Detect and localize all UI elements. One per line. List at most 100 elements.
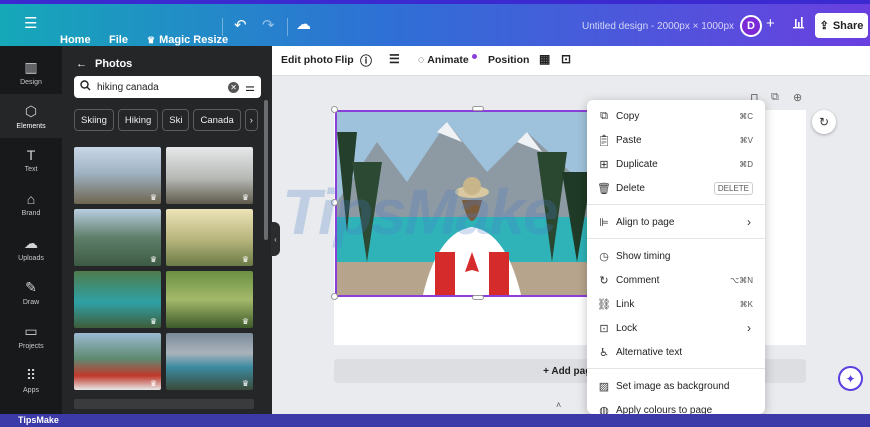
cloud-upload-icon: ☁ [24,234,38,251]
transparency-icon[interactable]: ▦ [539,52,550,66]
rail-item-apps[interactable]: ⠿ Apps [0,358,62,402]
crown-icon: ♛ [149,193,157,202]
context-menu: ⧉ Copy ⌘C 📋︎ Paste ⌘V ⊞ Duplicate ⌘D 🗑︎ … [587,100,765,414]
link-icon: ⛓ [597,298,611,311]
menu-item-align-to-page[interactable]: ⊫ Align to page › [587,210,765,234]
comment-icon: ↻ [599,274,609,287]
filter-icon[interactable]: ⚌ [245,81,255,94]
accessibility-icon: ♿︎ [599,346,609,359]
menu-item-apply-colours[interactable]: ◍ Apply colours to page [587,398,765,415]
rail-item-uploads[interactable]: ☁ Uploads [0,226,62,270]
photo-thumb[interactable]: ♛ [166,271,253,328]
menu-item-duplicate[interactable]: ⊞ Duplicate ⌘D [587,152,765,176]
panel-title: Photos [95,58,133,70]
chip-hiking[interactable]: Hiking [117,109,159,131]
duplicate-page-icon[interactable]: ⧉ [771,91,779,104]
design-title[interactable]: Untitled design - 2000px × 1000px [582,21,734,32]
top-bar: ☰ Home File ♛ Magic Resize ↶ ↷ ☁ Untitled… [0,0,870,46]
resize-handle[interactable] [331,293,338,300]
flip-button[interactable]: Flip [335,54,354,66]
crown-icon: ♛ [149,379,157,388]
photo-thumb[interactable]: ♛ [166,147,253,204]
search-input[interactable]: hiking canada [97,82,222,93]
lock-icon[interactable]: ⊡ [561,52,571,66]
photo-thumb[interactable]: ♛ [74,209,161,266]
photo-thumb[interactable]: ♛ [74,271,161,328]
rail-item-brand[interactable]: ⌂ Brand [0,182,62,226]
menu-item-lock[interactable]: ⊡ Lock › [587,316,765,340]
pen-icon: ✎ [25,278,37,295]
crown-icon: ♛ [149,255,157,264]
photos-panel: ← Photos hiking canada ✕ ⚌ Skiing Hiking… [62,46,272,414]
back-arrow-icon[interactable]: ← [76,58,87,70]
divider [222,18,223,36]
panel-scrollbar[interactable] [264,100,268,240]
menu-item-show-timing[interactable]: ◷ Show timing [587,244,765,268]
menu-item-set-background[interactable]: ▨ Set image as background [587,374,765,398]
chips-next-icon[interactable]: › [244,109,258,131]
menu-divider [587,204,765,205]
chip-skiing[interactable]: Skiing [74,109,114,131]
refresh-comment-icon[interactable]: ↻ [812,110,836,134]
avatar[interactable]: D [740,15,762,37]
rail-item-elements[interactable]: ⬡ Elements [0,94,62,138]
info-icon[interactable]: ⓘ [360,52,372,69]
resize-handle[interactable] [331,106,338,113]
position-button[interactable]: Position [488,54,529,66]
crown-icon: ♛ [241,193,249,202]
cloud-sync-icon[interactable]: ☁ [296,15,311,33]
crown-icon: ♛ [241,379,249,388]
animate-button[interactable]: ◌ Animate [418,53,477,66]
menu-item-copy[interactable]: ⧉ Copy ⌘C [587,104,765,128]
redo-icon[interactable]: ↷ [262,16,275,34]
photo-thumb[interactable]: ♛ [166,209,253,266]
editor-toolbar: Edit photo Flip ⓘ ☰ ◌ Animate Position ▦… [272,46,870,76]
resize-handle[interactable] [472,295,484,300]
layout-icon: ▥ [24,58,38,75]
line-spacing-icon[interactable]: ☰ [389,52,400,66]
menu-item-link[interactable]: ⛓ Link ⌘K [587,292,765,316]
menu-icon[interactable]: ☰ [24,14,37,32]
duplicate-icon: ⊞ [599,158,609,171]
filter-chips: Skiing Hiking Ski Canada › [74,109,258,131]
chip-canada[interactable]: Canada [193,109,241,131]
panel-header: ← Photos [76,58,132,70]
left-rail: ▥ Design ⬡ Elements T Text ⌂ Brand ☁ Upl… [0,46,62,414]
footer-brand: TipsMake [0,414,870,427]
crown-icon: ♛ [241,317,249,326]
insights-icon[interactable] [792,16,805,32]
rail-item-text[interactable]: T Text [0,138,62,182]
chevron-right-icon: › [747,321,751,335]
share-icon: ⇪ [819,20,829,32]
magic-assistant-icon[interactable]: ✦ [838,366,863,391]
share-button[interactable]: ⇪ Share [815,13,868,38]
lock-icon: ⊡ [599,322,609,335]
background-pattern-icon: ▨ [598,380,610,393]
collapse-panel-handle[interactable]: ‹ [271,222,280,256]
photo-thumb[interactable]: ♛ [74,333,161,390]
menu-item-paste[interactable]: 📋︎ Paste ⌘V [587,128,765,152]
chevron-right-icon: › [747,215,751,229]
photo-thumb[interactable]: ♛ [74,147,161,204]
rail-item-design[interactable]: ▥ Design [0,50,62,94]
search-icon [80,80,91,94]
undo-icon[interactable]: ↶ [234,16,247,34]
menu-item-alternative-text[interactable]: ♿︎ Alternative text [587,340,765,364]
resize-handle[interactable] [472,106,484,111]
menu-item-delete[interactable]: 🗑︎ Delete DELETE [587,176,765,200]
clear-search-icon[interactable]: ✕ [228,81,240,93]
menu-divider [587,238,765,239]
edit-photo-button[interactable]: Edit photo [281,54,333,66]
chip-ski[interactable]: Ski [162,109,190,131]
photo-thumb[interactable]: ♛ [166,333,253,390]
align-icon: ⊫ [599,216,609,229]
animate-icon: ◌ [418,54,425,66]
menu-item-comment[interactable]: ↻ Comment ⌥⌘N [587,268,765,292]
rail-item-draw[interactable]: ✎ Draw [0,270,62,314]
chevron-up-icon[interactable]: ˄ [556,400,561,410]
brand-icon: ⌂ [26,191,36,207]
add-collaborator-icon[interactable]: + [766,15,775,32]
crown-icon: ♛ [147,34,156,45]
add-page-icon[interactable]: ⊕ [793,91,802,104]
rail-item-projects[interactable]: ▭ Projects [0,314,62,358]
